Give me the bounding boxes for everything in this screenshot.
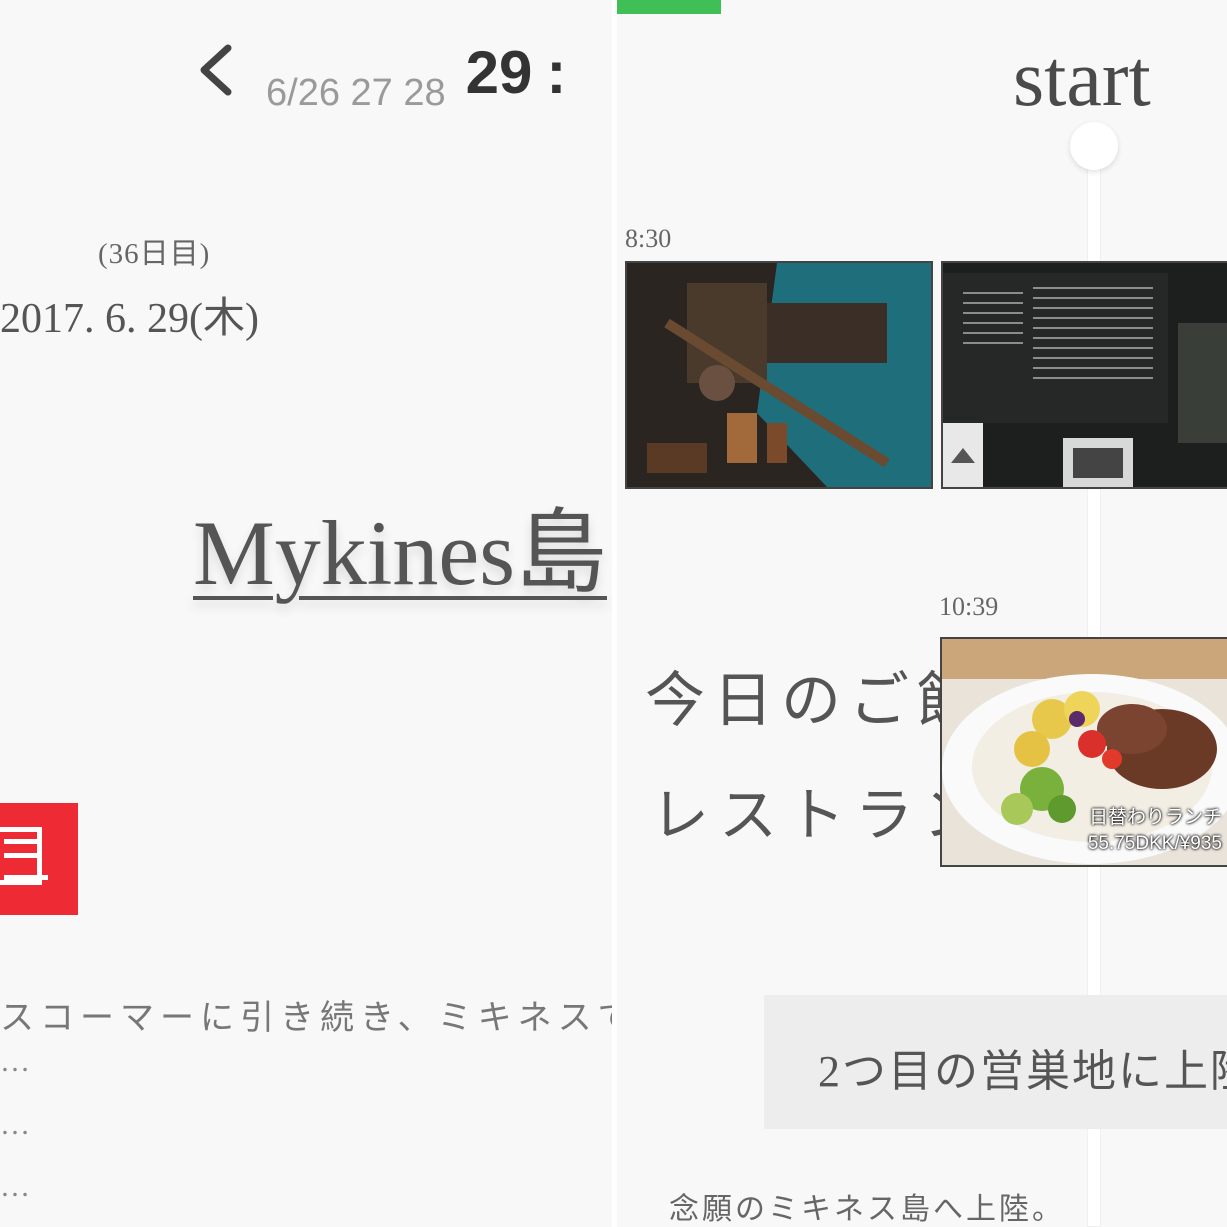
museum-photo[interactable] bbox=[625, 261, 933, 489]
bottom-text: 念願のミキネス島へ上陸。 bbox=[669, 1193, 1065, 1226]
ellipsis: … bbox=[0, 1108, 32, 1141]
meal-section-title: 今日のご飯 bbox=[645, 668, 985, 734]
date-text: 2017. 6. 29(木) bbox=[0, 296, 259, 342]
day-count: (36日目) bbox=[98, 238, 211, 270]
date-navigation: 6/26 27 28 29: bbox=[266, 38, 566, 114]
back-chevron-icon[interactable] bbox=[196, 40, 236, 100]
time-label: 8:30 bbox=[625, 224, 672, 253]
left-screen: 6/26 27 28 29: (36日目) 2017. 6. 29(木) Myki… bbox=[0, 0, 612, 1227]
note-line bbox=[4, 853, 38, 858]
note-line bbox=[4, 839, 38, 844]
exhibit-panel-photo-image bbox=[943, 263, 1227, 487]
ellipsis: … bbox=[0, 1170, 32, 1203]
caption-line-price: 55.75DKK/¥935 bbox=[1087, 833, 1222, 854]
next-date-cut[interactable]: : bbox=[546, 39, 566, 106]
body-text: スコーマーに引き続き、ミキネスで bbox=[0, 1000, 612, 1037]
time-label: 10:39 bbox=[939, 592, 999, 621]
timeline-start-node bbox=[1070, 122, 1118, 170]
right-screen: start 8:30 10:39 今日のご飯 レストラン 日替わりランチ 55.… bbox=[617, 0, 1227, 1227]
ellipsis: … bbox=[0, 1045, 32, 1078]
note-line bbox=[4, 875, 48, 880]
lunch-photo[interactable]: 日替わりランチ 55.75DKK/¥935 bbox=[940, 637, 1227, 867]
day-title: Mykines島 bbox=[193, 502, 607, 604]
caption-line-dish: 日替わりランチ bbox=[1088, 807, 1222, 828]
museum-photo-image bbox=[627, 263, 931, 487]
start-label: start bbox=[1013, 35, 1151, 123]
photo-caption: 日替わりランチ 55.75DKK/¥935 bbox=[1088, 805, 1222, 857]
current-date[interactable]: 29 bbox=[466, 39, 533, 106]
event-card[interactable]: 2つ目の営巣地に上陸 bbox=[764, 995, 1227, 1129]
exhibit-panel-photo[interactable] bbox=[941, 261, 1227, 489]
progress-bar bbox=[617, 0, 721, 14]
note-icon[interactable] bbox=[0, 803, 78, 915]
past-dates[interactable]: 6/26 27 28 bbox=[266, 72, 446, 114]
event-label: 2つ目の営巣地に上陸 bbox=[818, 1047, 1227, 1096]
